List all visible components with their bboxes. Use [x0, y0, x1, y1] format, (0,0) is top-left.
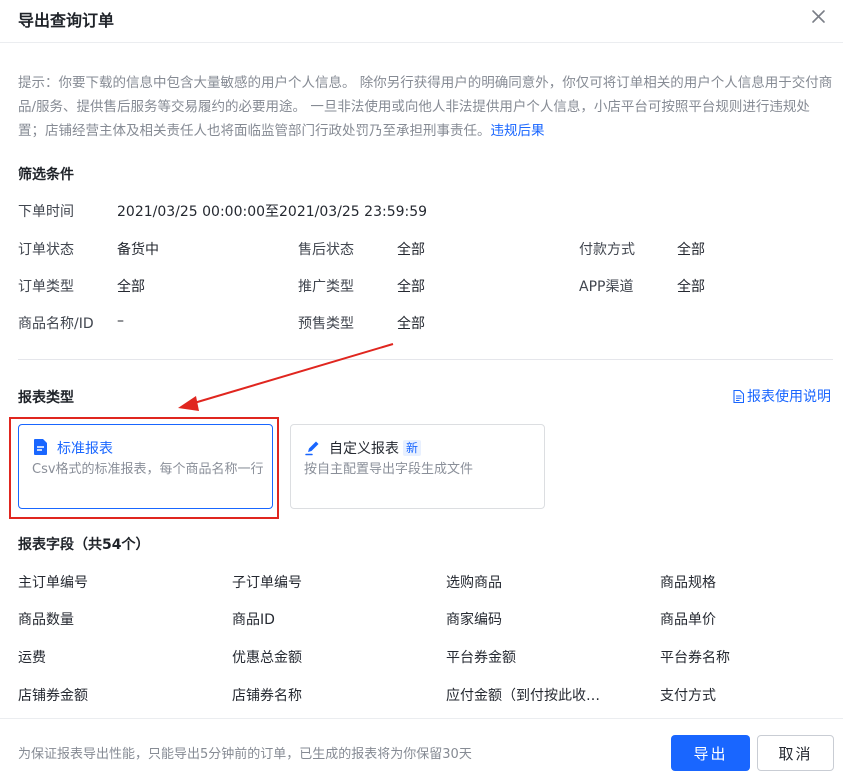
report-field-item: 主订单编号	[18, 575, 88, 591]
section-divider	[18, 359, 833, 360]
report-type-title: 报表类型	[18, 390, 74, 406]
after-sale-status-label: 售后状态	[298, 242, 354, 258]
order-type-label: 订单类型	[18, 279, 74, 295]
report-fields-title: 报表字段（共54个）	[18, 537, 150, 553]
standard-report-card[interactable]: 标准报表 Csv格式的标准报表，每个商品名称一行	[18, 424, 273, 509]
order-type-value: 全部	[117, 279, 145, 295]
report-guide-link[interactable]: 报表使用说明	[733, 386, 831, 406]
report-field-item: 店铺券金额	[18, 688, 88, 704]
order-status-label: 订单状态	[18, 242, 74, 258]
presale-type-value: 全部	[397, 316, 425, 332]
footer-note: 为保证报表导出性能，只能导出5分钟前的订单，已生成的报表将为你保留30天	[18, 747, 472, 762]
report-guide-label: 报表使用说明	[747, 389, 831, 405]
custom-report-desc: 按自主配置导出字段生成文件	[304, 462, 474, 477]
order-status-value: 备货中	[117, 242, 159, 258]
report-field-item: 商家编码	[446, 612, 502, 628]
privacy-notice: 提示：你要下载的信息中包含大量敏感的用户个人信息。 除你另行获得用户的明确同意外…	[18, 71, 833, 143]
violation-consequences-link[interactable]: 违规后果	[491, 123, 545, 139]
document-icon	[733, 389, 744, 403]
payment-method-value: 全部	[677, 242, 705, 258]
custom-report-card[interactable]: 自定义报表新 按自主配置导出字段生成文件	[290, 424, 545, 509]
app-channel-label: APP渠道	[579, 279, 634, 295]
new-badge: 新	[403, 440, 422, 456]
report-field-item: 商品ID	[232, 612, 275, 628]
report-field-item: 选购商品	[446, 575, 502, 591]
report-field-item: 运费	[18, 650, 46, 666]
standard-report-title: 标准报表	[57, 441, 113, 457]
promo-type-label: 推广类型	[298, 279, 354, 295]
custom-report-title: 自定义报表	[329, 441, 399, 457]
app-channel-value: 全部	[677, 279, 705, 295]
report-field-item: 应付金额（到付按此收…	[446, 688, 600, 704]
report-field-item: 商品数量	[18, 612, 74, 628]
pencil-icon	[305, 441, 319, 456]
filters-title: 筛选条件	[18, 167, 74, 183]
report-field-item: 优惠总金额	[232, 650, 302, 666]
promo-type-value: 全部	[397, 279, 425, 295]
header-divider	[0, 42, 843, 43]
report-field-item: 子订单编号	[232, 575, 302, 591]
standard-report-desc: Csv格式的标准报表，每个商品名称一行	[32, 462, 264, 477]
report-field-item: 平台券金额	[446, 650, 516, 666]
after-sale-status-value: 全部	[397, 242, 425, 258]
custom-report-title-wrap: 自定义报表新	[329, 438, 422, 458]
report-field-item: 支付方式	[660, 688, 716, 704]
presale-type-label: 预售类型	[298, 316, 354, 332]
order-time-label: 下单时间	[18, 204, 74, 220]
report-field-item: 店铺券名称	[232, 688, 302, 704]
document-filled-icon	[34, 439, 47, 455]
product-name-id-label: 商品名称/ID	[18, 316, 94, 332]
dialog-header: 导出查询订单	[0, 0, 843, 42]
report-field-item: 商品单价	[660, 612, 716, 628]
payment-method-label: 付款方式	[579, 242, 635, 258]
cancel-button[interactable]: 取消	[757, 735, 834, 771]
export-button[interactable]: 导出	[671, 735, 750, 771]
order-time-value: 2021/03/25 00:00:00至2021/03/25 23:59:59	[117, 204, 428, 220]
footer-divider	[0, 718, 843, 719]
report-field-item: 平台券名称	[660, 650, 730, 666]
close-button[interactable]	[808, 6, 830, 28]
dialog-title: 导出查询订单	[18, 11, 115, 30]
report-field-item: 商品规格	[660, 575, 716, 591]
notice-text: 提示：你要下载的信息中包含大量敏感的用户个人信息。 除你另行获得用户的明确同意外…	[18, 75, 833, 139]
close-icon[interactable]	[808, 6, 830, 28]
product-name-id-value: –	[117, 313, 124, 329]
